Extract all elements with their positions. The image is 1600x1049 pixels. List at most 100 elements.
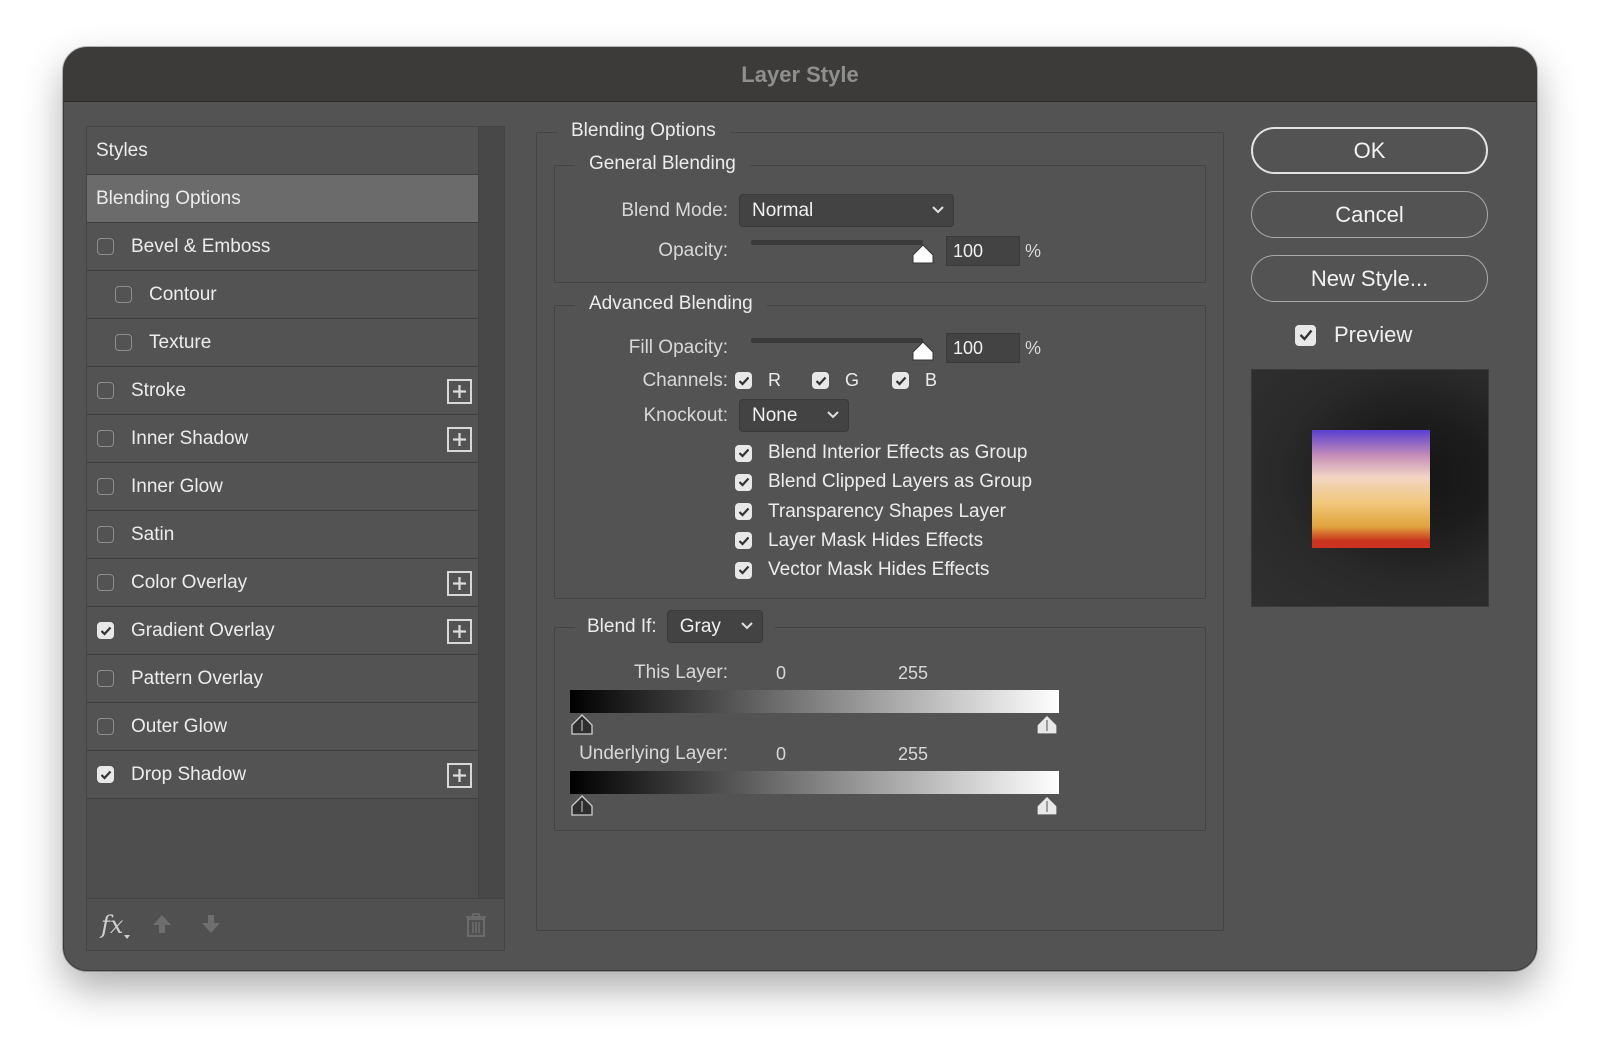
fill-opacity-slider-track[interactable] (751, 338, 923, 343)
styles-item-checkbox[interactable] (97, 574, 114, 591)
ok-button[interactable]: OK (1251, 127, 1488, 174)
add-effect-button[interactable] (447, 619, 472, 644)
styles-item-label: Gradient Overlay (131, 619, 275, 641)
add-effect-button[interactable] (447, 763, 472, 788)
styles-item-inner-shadow[interactable]: Inner Shadow (87, 415, 480, 463)
this-layer-high-handle[interactable] (1035, 714, 1059, 736)
blend-mode-select[interactable]: Normal (739, 194, 954, 227)
styles-item-label: Bevel & Emboss (131, 235, 271, 257)
styles-item-checkbox[interactable] (97, 718, 114, 735)
styles-item-blending-options[interactable]: Blending Options (87, 175, 480, 223)
knockout-select[interactable]: None (739, 399, 849, 432)
knockout-label: Knockout: (643, 405, 729, 426)
channel-label: R (768, 370, 781, 390)
plus-icon (453, 625, 466, 638)
knockout-value: None (752, 404, 798, 426)
preview-thumbnail (1251, 369, 1489, 607)
fill-opacity-label: Fill Opacity: (628, 337, 728, 358)
styles-item-texture[interactable]: Texture (87, 319, 480, 367)
styles-item-checkbox[interactable] (97, 238, 114, 255)
styles-header[interactable]: Styles (87, 127, 480, 175)
option-checkbox[interactable] (735, 503, 752, 521)
blend-if-value: Gray (679, 615, 721, 637)
trash-icon[interactable] (465, 913, 487, 937)
opacity-slider-track[interactable] (751, 240, 923, 245)
new-style-button[interactable]: New Style... (1251, 255, 1488, 302)
blend-mode-label: Blend Mode: (621, 200, 728, 221)
option-layer-mask-hides-effects[interactable]: Layer Mask Hides Effects (735, 530, 983, 552)
fill-opacity-slider-thumb[interactable] (912, 341, 934, 361)
add-effect-button[interactable] (447, 571, 472, 596)
opacity-label: Opacity: (658, 240, 728, 261)
styles-panel: Styles Blending Options Bevel & Emboss Co… (86, 126, 505, 951)
styles-item-checkbox[interactable] (97, 622, 114, 639)
option-checkbox[interactable] (735, 561, 752, 579)
styles-scrollbar[interactable] (478, 127, 504, 900)
channel-b-toggle[interactable]: B (892, 370, 937, 391)
move-down-icon[interactable] (200, 913, 222, 935)
styles-item-checkbox[interactable] (97, 478, 114, 495)
option-blend-interior-effects-as-group[interactable]: Blend Interior Effects as Group (735, 442, 1027, 464)
styles-item-satin[interactable]: Satin (87, 511, 480, 559)
advanced-blending-title: Advanced Blending (575, 293, 767, 315)
channel-checkbox[interactable] (812, 372, 829, 389)
option-transparency-shapes-layer[interactable]: Transparency Shapes Layer (735, 501, 1006, 523)
underlying-layer-high-handle[interactable] (1035, 795, 1059, 817)
styles-item-inner-glow[interactable]: Inner Glow (87, 463, 480, 511)
styles-item-label: Pattern Overlay (131, 667, 263, 689)
styles-item-outer-glow[interactable]: Outer Glow (87, 703, 480, 751)
preview-toggle[interactable]: Preview (1295, 322, 1412, 348)
styles-item-checkbox[interactable] (97, 526, 114, 543)
fill-opacity-unit: % (1025, 338, 1042, 358)
option-checkbox[interactable] (735, 444, 752, 462)
opacity-input[interactable]: 100 (946, 236, 1020, 266)
fx-menu-button[interactable]: fx (101, 911, 123, 939)
channel-label: B (925, 370, 938, 390)
styles-item-contour[interactable]: Contour (87, 271, 480, 319)
general-blending-title: General Blending (575, 153, 750, 175)
styles-item-label: Outer Glow (131, 715, 228, 737)
styles-item-label: Stroke (131, 379, 186, 401)
underlying-layer-low-handle[interactable] (570, 795, 594, 817)
styles-item-label: Inner Glow (131, 475, 223, 497)
channel-r-toggle[interactable]: R (735, 370, 781, 391)
opacity-slider-thumb[interactable] (912, 244, 934, 264)
styles-item-checkbox[interactable] (115, 286, 132, 303)
option-vector-mask-hides-effects[interactable]: Vector Mask Hides Effects (735, 559, 989, 581)
channel-label: G (845, 370, 860, 390)
styles-item-label: Inner Shadow (131, 427, 249, 449)
cancel-button[interactable]: Cancel (1251, 191, 1488, 238)
option-checkbox[interactable] (735, 473, 752, 491)
checkmark-icon (815, 376, 826, 386)
styles-item-drop-shadow[interactable]: Drop Shadow (87, 751, 480, 799)
styles-item-gradient-overlay[interactable]: Gradient Overlay (87, 607, 480, 655)
add-effect-button[interactable] (447, 427, 472, 452)
channels-label: Channels: (642, 370, 728, 391)
option-checkbox[interactable] (735, 532, 752, 550)
checkmark-icon (738, 536, 749, 546)
styles-item-checkbox[interactable] (97, 670, 114, 687)
styles-item-stroke[interactable]: Stroke (87, 367, 480, 415)
styles-item-checkbox[interactable] (97, 430, 114, 447)
blend-if-select[interactable]: Gray (666, 610, 763, 643)
styles-item-checkbox[interactable] (97, 766, 114, 783)
channel-checkbox[interactable] (892, 372, 909, 389)
option-blend-clipped-layers-as-group[interactable]: Blend Clipped Layers as Group (735, 471, 1032, 493)
general-blending-group: General Blending Blend Mode: Normal Opac… (554, 153, 1206, 283)
preview-gradient-swatch (1312, 430, 1430, 548)
styles-item-checkbox[interactable] (115, 334, 132, 351)
styles-item-color-overlay[interactable]: Color Overlay (87, 559, 480, 607)
channel-checkbox[interactable] (735, 372, 752, 389)
dialog-title: Layer Style (741, 61, 859, 87)
preview-checkbox[interactable] (1295, 324, 1316, 346)
this-layer-low-handle[interactable] (570, 714, 594, 736)
fill-opacity-input[interactable]: 100 (946, 333, 1020, 363)
blending-options-title: Blending Options (557, 120, 730, 142)
move-up-icon[interactable] (151, 913, 173, 935)
preview-label: Preview (1334, 322, 1413, 347)
channel-g-toggle[interactable]: G (812, 370, 859, 391)
styles-item-pattern-overlay[interactable]: Pattern Overlay (87, 655, 480, 703)
styles-item-bevel-emboss[interactable]: Bevel & Emboss (87, 223, 480, 271)
styles-item-checkbox[interactable] (97, 382, 114, 399)
add-effect-button[interactable] (447, 379, 472, 404)
